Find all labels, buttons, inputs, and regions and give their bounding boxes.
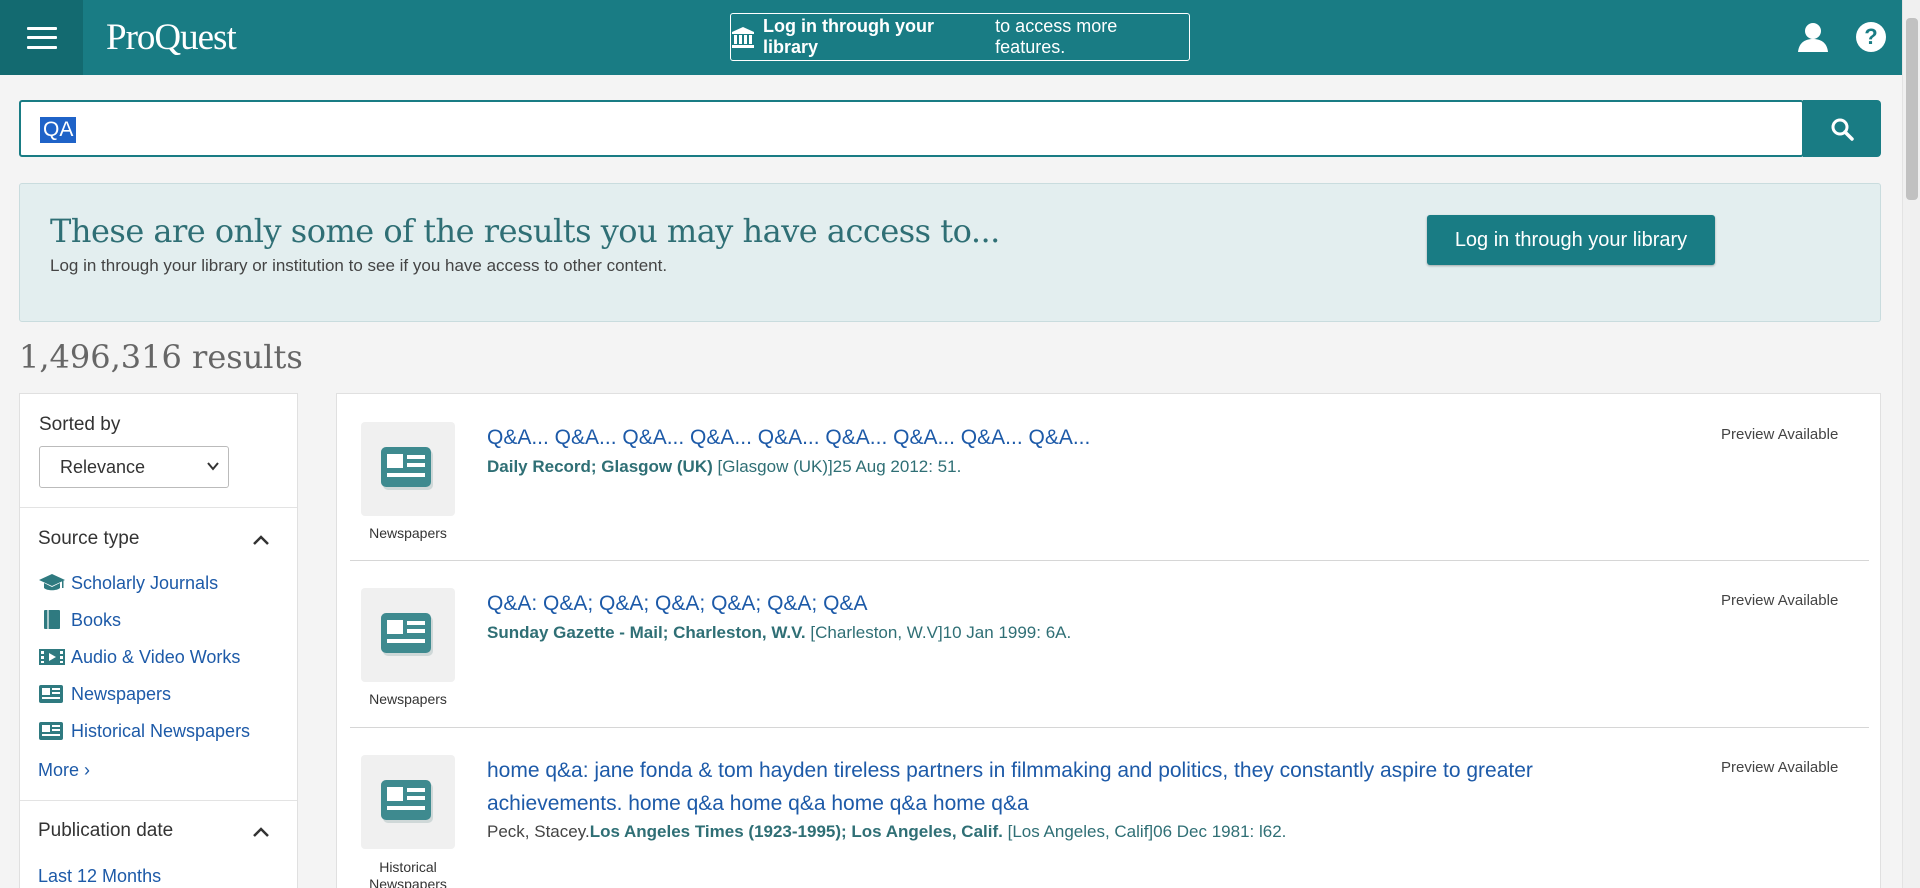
newspaper-icon[interactable] (361, 755, 455, 849)
sort-select[interactable]: Relevance (39, 446, 229, 488)
preview-available[interactable]: Preview Available (1721, 426, 1838, 443)
facet-label: Audio & Video Works (71, 646, 241, 667)
menu-icon (26, 26, 57, 49)
access-notice: These are only some of the results you m… (19, 183, 1881, 322)
library-icon (731, 26, 755, 48)
search-icon (1831, 118, 1854, 141)
facet-books[interactable]: Books (38, 609, 121, 631)
result-meta: Peck, Stacey.Los Angeles Times (1923-199… (487, 822, 1286, 842)
result-author: Peck, Stacey. (487, 822, 590, 841)
user-icon[interactable] (1797, 22, 1829, 57)
divider (20, 800, 297, 801)
divider (350, 560, 1869, 561)
chevron-down-icon (207, 462, 219, 471)
sort-label: Sorted by (39, 414, 121, 435)
top-header: ProQuest Log in through your library to … (0, 0, 1902, 75)
result-title-link[interactable]: Q&A... Q&A... Q&A... Q&A... Q&A... Q&A..… (487, 421, 1090, 454)
help-icon[interactable]: ? (1856, 22, 1886, 52)
preview-available[interactable]: Preview Available (1721, 759, 1838, 776)
result-source: Los Angeles Times (1923-1995); Los Angel… (589, 822, 1003, 841)
notice-subtitle: Log in through your library or instituti… (50, 256, 668, 275)
notice-title: These are only some of the results you m… (50, 212, 1000, 250)
facet-label: Books (71, 609, 122, 630)
newspaper-icon (38, 683, 66, 705)
graduation-cap-icon (38, 572, 66, 594)
result-count: 1,496,316 results (19, 338, 303, 376)
sort-value: Relevance (60, 456, 146, 477)
facet-label: Historical Newspapers (71, 720, 251, 741)
result-title-link[interactable]: home q&a: jane fonda & tom hayden tirele… (487, 754, 1533, 820)
result-type-label: Newspapers (369, 525, 447, 541)
menu-button[interactable] (0, 0, 83, 75)
facet-label: Last 12 Months (38, 866, 162, 886)
result-meta: Sunday Gazette - Mail; Charleston, W.V. … (487, 623, 1071, 643)
result-type-label: Historical Newspapers (369, 859, 447, 888)
results-list: Newspapers Q&A... Q&A... Q&A... Q&A... Q… (336, 393, 1881, 888)
source-type-title[interactable]: Source type (38, 528, 139, 550)
publication-date-title[interactable]: Publication date (38, 820, 173, 842)
result-title-line: achievements. home q&a home q&a home q&a… (487, 792, 1029, 815)
page-scrollbar[interactable] (1902, 0, 1920, 888)
notice-login-button[interactable]: Log in through your library (1427, 215, 1715, 265)
header-login-button[interactable]: Log in through your library to access mo… (730, 13, 1190, 61)
book-icon (38, 609, 66, 631)
result-title-link[interactable]: Q&A: Q&A; Q&A; Q&A; Q&A; Q&A; Q&A (487, 587, 867, 620)
divider (20, 507, 297, 508)
result-source: Sunday Gazette - Mail; Charleston, W.V. (487, 623, 806, 642)
divider (350, 727, 1869, 728)
result-meta: Daily Record; Glasgow (UK) [Glasgow (UK)… (487, 457, 961, 477)
facet-newspapers[interactable]: Newspapers (38, 683, 171, 705)
result-detail: [Los Angeles, Calif]06 Dec 1981: l62. (1007, 822, 1287, 841)
result-source: Daily Record; Glasgow (UK) (487, 457, 713, 476)
facet-audio-video[interactable]: Audio & Video Works (38, 646, 240, 668)
search-button[interactable] (1803, 100, 1881, 157)
header-login-rest: to access more features. (995, 16, 1118, 57)
proquest-logo[interactable]: ProQuest (106, 16, 237, 59)
header-login-bold: Log in through your library (763, 16, 934, 57)
result-title-line: home q&a: jane fonda & tom hayden tirele… (487, 759, 1533, 782)
chevron-up-icon[interactable] (252, 534, 270, 546)
scrollbar-thumb[interactable] (1906, 18, 1918, 200)
newspaper-icon[interactable] (361, 588, 455, 682)
chevron-up-icon[interactable] (252, 826, 270, 838)
search-selected-text: QA (40, 117, 77, 143)
more-source-types-link[interactable]: More › (38, 760, 90, 781)
result-detail: [Charleston, W.V]10 Jan 1999: 6A. (810, 623, 1072, 642)
facet-label: Newspapers (71, 683, 172, 704)
pub-date-last-12-months[interactable]: Last 12 Months (38, 866, 161, 887)
newspaper-icon (38, 720, 66, 742)
film-icon (38, 646, 66, 668)
facet-historical-newspapers[interactable]: Historical Newspapers (38, 720, 250, 742)
search-input[interactable] (21, 102, 1802, 155)
preview-available[interactable]: Preview Available (1721, 592, 1838, 609)
filter-sidebar: Sorted by Relevance Source type Scholarl… (19, 393, 298, 888)
newspaper-icon[interactable] (361, 422, 455, 516)
result-type-label: Newspapers (369, 691, 447, 707)
facet-label: Scholarly Journals (71, 572, 219, 593)
facet-scholarly-journals[interactable]: Scholarly Journals (38, 572, 218, 594)
result-detail: [Glasgow (UK)]25 Aug 2012: 51. (717, 457, 962, 476)
search-field[interactable]: QA (19, 100, 1804, 157)
